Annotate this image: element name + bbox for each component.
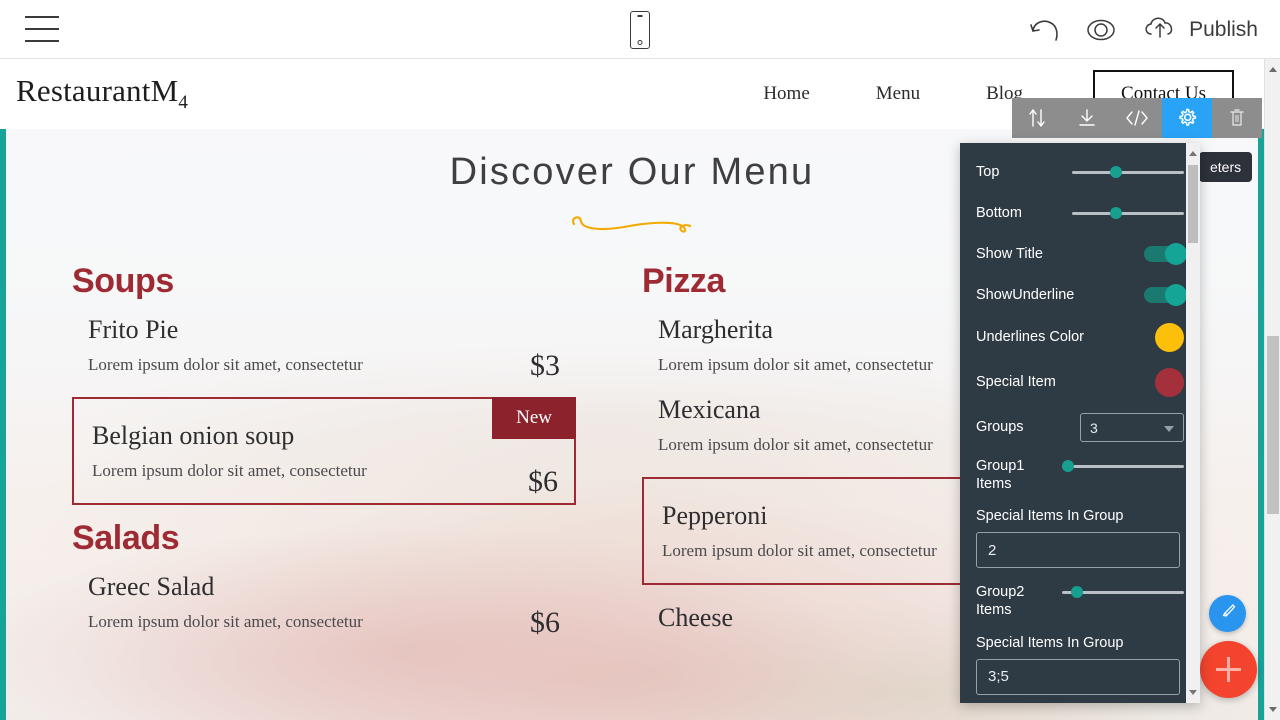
hamburger-line	[25, 16, 59, 18]
eye-preview-icon[interactable]	[1083, 16, 1119, 44]
hamburger-icon[interactable]	[25, 16, 59, 42]
groups-select[interactable]: 3	[1080, 413, 1184, 442]
scroll-up-arrow-icon[interactable]	[1269, 67, 1277, 72]
nav-link-menu[interactable]: Menu	[876, 83, 920, 105]
slider-track	[1072, 212, 1184, 215]
plus-icon	[1227, 657, 1230, 682]
setting-label-top: Top	[976, 163, 1000, 180]
appbar-actions: Publish	[1027, 0, 1258, 59]
menu-item[interactable]: Greec Salad Lorem ipsum dolor sit amet, …	[72, 564, 576, 644]
menu-item[interactable]: Frito Pie Lorem ipsum dolor sit amet, co…	[72, 307, 576, 387]
category-title-soups: Soups	[72, 262, 174, 300]
setting-label-show-title: Show Title	[976, 245, 1043, 262]
slider-knob[interactable]	[1062, 460, 1074, 472]
group1-items-slider[interactable]	[1062, 457, 1184, 475]
top-padding-slider[interactable]	[1072, 163, 1184, 181]
toggle-knob	[1165, 284, 1187, 306]
setting-row-special-item: Special Item	[976, 368, 1184, 397]
setting-row-group1-items: Group1 Items	[976, 457, 1184, 493]
move-block-icon[interactable]	[1012, 98, 1062, 138]
setting-group-special-items-2: Special Items In Group	[976, 635, 1184, 704]
group2-items-slider[interactable]	[1062, 583, 1184, 601]
setting-label-special-items-in-group-1: Special Items In Group	[976, 508, 1124, 525]
toggle-knob	[1165, 243, 1187, 265]
cloud-upload-icon	[1141, 12, 1179, 47]
chevron-down-icon	[1164, 426, 1174, 432]
download-block-icon[interactable]	[1062, 98, 1112, 138]
scrollbar-thumb[interactable]	[1188, 165, 1198, 243]
menu-item-desc: Lorem ipsum dolor sit amet, consectetur	[88, 612, 363, 631]
setting-row-show-underline: ShowUnderline	[976, 282, 1187, 308]
hamburger-line	[25, 28, 59, 30]
setting-label-group1-items: Group1 Items	[976, 458, 1025, 493]
brand-sub: 4	[178, 92, 189, 114]
special-items-in-group-1-input[interactable]	[976, 532, 1180, 569]
setting-row-bottom: Bottom	[976, 200, 1184, 226]
menu-column-left: Soups Frito Pie Lorem ipsum dolor sit am…	[16, 262, 632, 645]
page-scrollbar[interactable]	[1264, 59, 1280, 720]
site-brand[interactable]: RestaurantM4	[16, 73, 188, 114]
setting-row-group2-items: Group2 Items	[976, 583, 1184, 619]
menu-item-name: Greec Salad	[88, 572, 215, 601]
menu-item-special[interactable]: New Belgian onion soup Lorem ipsum dolor…	[72, 397, 576, 505]
paintbrush-icon	[1218, 601, 1238, 626]
settings-panel-scrollbar[interactable]	[1186, 143, 1200, 703]
hamburger-line	[25, 40, 59, 42]
setting-row-show-title: Show Title	[976, 241, 1187, 267]
slider-knob[interactable]	[1110, 166, 1123, 178]
setting-label-special-item: Special Item	[976, 374, 1056, 391]
nav-link-home[interactable]: Home	[763, 83, 809, 105]
block-settings-panel: Top Bottom Show Title ShowUnderline Unde…	[960, 143, 1200, 703]
mobile-preview-icon[interactable]	[630, 11, 650, 49]
bottom-padding-slider[interactable]	[1072, 204, 1184, 222]
slider-track	[1072, 171, 1184, 174]
menu-item-price: $6	[528, 465, 558, 498]
style-editor-fab[interactable]	[1209, 595, 1246, 632]
brand-text: RestaurantM	[16, 73, 179, 109]
menu-item-price: $6	[530, 606, 560, 639]
scroll-down-arrow-icon[interactable]	[1269, 707, 1277, 712]
setting-row-top: Top	[976, 159, 1184, 185]
setting-row-groups: Groups 3	[976, 413, 1184, 442]
menu-item-desc: Lorem ipsum dolor sit amet, consectetur	[88, 355, 363, 374]
add-block-fab[interactable]	[1200, 641, 1257, 698]
menu-item-desc: Lorem ipsum dolor sit amet, consectetur	[92, 461, 367, 480]
special-item-color-swatch[interactable]	[1155, 368, 1184, 397]
groups-select-value: 3	[1090, 419, 1098, 436]
menu-item-name: Frito Pie	[88, 315, 179, 344]
publish-button[interactable]: Publish	[1141, 12, 1258, 47]
publish-label: Publish	[1189, 17, 1258, 41]
slider-knob[interactable]	[1070, 586, 1083, 599]
show-underline-toggle[interactable]	[1144, 284, 1187, 306]
slider-knob[interactable]	[1110, 207, 1123, 219]
setting-label-bottom: Bottom	[976, 204, 1022, 221]
setting-label-groups: Groups	[976, 419, 1024, 436]
setting-label-show-underline: ShowUnderline	[976, 286, 1075, 303]
special-items-in-group-2-input[interactable]	[976, 658, 1180, 695]
status-badge-new: New	[492, 397, 576, 439]
undo-icon[interactable]	[1027, 15, 1061, 45]
scroll-up-arrow-icon[interactable]	[1189, 151, 1197, 156]
setting-group-special-items-1: Special Items In Group	[976, 508, 1184, 583]
code-editor-icon[interactable]	[1112, 98, 1162, 138]
scroll-down-arrow-icon[interactable]	[1189, 690, 1197, 695]
show-title-toggle[interactable]	[1144, 243, 1187, 265]
setting-row-underlines-color: Underlines Color	[976, 323, 1184, 352]
settings-gear-icon[interactable]	[1162, 98, 1212, 138]
block-toolbar	[1012, 98, 1262, 138]
scrollbar-thumb[interactable]	[1267, 336, 1279, 514]
setting-label-underlines-color: Underlines Color	[976, 329, 1084, 346]
setting-label-group2-items: Group2 Items	[976, 584, 1025, 619]
tooltip-parameters: eters	[1199, 152, 1253, 182]
underlines-color-swatch[interactable]	[1155, 323, 1184, 352]
delete-block-icon[interactable]	[1212, 98, 1262, 138]
category-title-salads: Salads	[72, 519, 180, 557]
slider-track	[1062, 465, 1184, 468]
editor-app-bar: Publish	[0, 0, 1280, 59]
menu-item-price: $3	[530, 349, 560, 382]
setting-label-special-items-in-group-2: Special Items In Group	[976, 634, 1124, 651]
